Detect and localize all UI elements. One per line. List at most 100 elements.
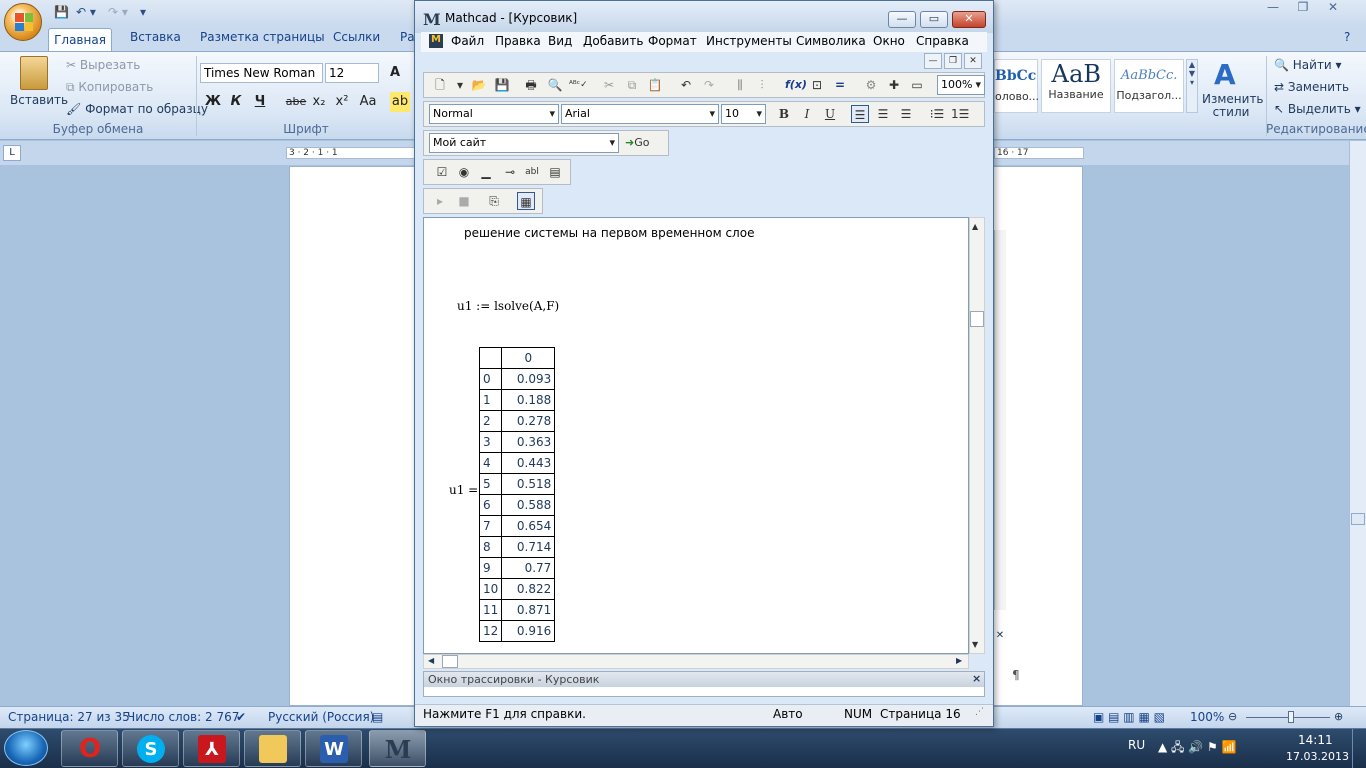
worksheet-heading[interactable]: решение системы на первом временном слое [464,226,754,240]
undo-icon[interactable]: ↶ ▾ [76,5,96,21]
toolbox-icon[interactable]: ▭ [908,76,926,94]
row-value[interactable]: 0.093 [501,368,556,390]
slider-control-icon[interactable]: ⊸ [501,163,519,181]
select-button[interactable]: ↖ Выделить ▾ [1274,102,1361,116]
taskbar-skype[interactable]: S [122,730,179,767]
scroll-right-icon[interactable]: ▶ [956,656,962,665]
office-button[interactable] [4,3,42,41]
spellcheck-icon[interactable]: ᴬᴮᶜ✓ [569,76,588,94]
subscript-button[interactable]: x₂ [309,92,329,112]
qat-customize-icon[interactable]: ▾ [140,5,146,21]
bold-button[interactable]: B [775,105,793,123]
style-combo[interactable]: Normal [429,104,559,124]
style-tile-subtitle[interactable]: АаВbCc. Подзагол... [1114,59,1184,113]
font-size-combo[interactable]: 12 [325,63,379,83]
status-language[interactable]: Русский (Россия) [268,710,374,724]
row-value[interactable]: 0.77 [501,557,556,579]
styles-scroll-icon[interactable]: ▲ ▼ ▾ [1186,59,1198,113]
tab-page-layout[interactable]: Разметка страницы [200,30,325,44]
maximize-icon[interactable]: ❐ [1288,0,1318,18]
taskbar-explorer[interactable] [244,730,301,767]
redo-icon[interactable]: ↷ [700,76,718,94]
zoom-thumb[interactable] [1288,711,1294,723]
font-size-combo[interactable]: 10 [721,104,766,124]
mdi-minimize-icon[interactable]: — [924,53,942,69]
close-icon[interactable]: ✕ [952,11,986,28]
underline-button[interactable]: Ч [250,92,270,112]
highlight-icon[interactable]: ab [390,92,410,112]
underline-button[interactable]: U [821,105,839,123]
row-value[interactable]: 0.654 [501,515,556,537]
status-words[interactable]: Число слов: 2 767 [127,710,239,724]
scroll-thumb[interactable] [970,311,984,327]
new-dropdown-icon[interactable]: ▾ [451,76,469,94]
zoom-level[interactable]: 100% [1190,710,1224,724]
strikethrough-button[interactable]: abe [284,92,308,112]
view-buttons[interactable]: ▣ ▤ ▥ ▦ ▧ [1093,710,1165,724]
change-styles-icon[interactable]: A [1214,58,1236,91]
grow-font-icon[interactable]: A [385,63,405,83]
change-styles-button[interactable]: Изменить стили [1202,93,1264,119]
word-vertical-scrollbar[interactable] [1349,141,1366,706]
doc-icon[interactable]: M [429,34,443,48]
show-desktop-button[interactable] [1352,729,1366,768]
taskbar-word[interactable]: W [305,730,362,767]
hscroll-thumb[interactable] [442,655,458,668]
align-right-icon[interactable]: ☰ [897,105,915,123]
save-icon[interactable]: 💾 [493,76,511,94]
tab-selector-icon[interactable]: L [3,145,21,161]
redo-icon[interactable]: ↷ ▾ [108,5,128,21]
insert-unit-icon[interactable]: ⊡ [808,76,826,94]
menu-window[interactable]: Окно [873,34,905,48]
align-left-icon[interactable]: ☰ [851,105,869,123]
taskbar-opera[interactable]: O [61,730,118,767]
open-icon[interactable]: 📂 [470,76,488,94]
word-inner-close-icon[interactable]: ✕ [994,630,1006,642]
mdi-close-icon[interactable]: ✕ [964,53,982,69]
resize-grip-icon[interactable]: ⋰ [975,707,984,717]
row-value[interactable]: 0.916 [501,620,556,642]
tray-icons[interactable]: ▲ 🖧 🔊 ⚑ 📶 [1158,738,1237,759]
menu-insert[interactable]: Добавить [583,34,643,48]
minimize-icon[interactable]: — [888,11,916,28]
italic-button[interactable]: К [226,92,246,112]
tab-mailings[interactable]: Ра [400,30,415,44]
insert-component-icon[interactable]: ⚙ [862,76,880,94]
tray-time[interactable]: 14:11 [1298,733,1333,747]
checkbox-control-icon[interactable]: ☑ [433,163,451,181]
macro-icon[interactable]: ▤ [372,710,383,724]
push-button-control-icon[interactable]: ▁ [477,163,495,181]
print-preview-icon[interactable]: 🔍 [546,76,564,94]
insert-function-icon[interactable]: f(x) [785,76,807,94]
help-icon[interactable]: ? [1344,30,1350,44]
new-icon[interactable]: 🗋 [431,76,449,94]
result-matrix[interactable]: 0 0 0.093 1 0.188 2 0.278 3 0.363 4 0.443 5 0.518 6 0… [478,347,556,642]
tab-references[interactable]: Ссылки [333,30,380,44]
zoom-out-icon[interactable]: ⊖ [1228,710,1237,723]
copy-icon[interactable]: ⧉ [623,76,641,94]
align-vertical-icon[interactable]: ⫶ [753,76,771,94]
menu-view[interactable]: Вид [548,34,572,48]
find-button[interactable]: 🔍 Найти ▾ [1274,58,1342,72]
minimize-icon[interactable]: — [1258,0,1288,18]
copy-button[interactable]: ⧉ Копировать [66,80,153,95]
trace-window-icon[interactable]: ▦ [517,192,535,210]
tray-language[interactable]: RU [1128,738,1145,752]
menu-file[interactable]: Файл [451,34,484,48]
textbox-control-icon[interactable]: abl [523,163,541,181]
menu-tools[interactable]: Инструменты [706,34,792,48]
site-combo[interactable]: Мой сайт [429,133,619,153]
taskbar-mathcad[interactable]: M [369,730,426,767]
zoom-combo[interactable]: 100% [937,75,985,95]
paste-button[interactable]: Вставить [10,93,68,107]
cut-button[interactable]: ✂ Вырезать [66,58,140,72]
align-horizontal-icon[interactable]: ⫼ [731,76,749,94]
font-name-combo[interactable]: Times New Roman [200,63,323,83]
row-value[interactable]: 0.714 [501,536,556,558]
status-page[interactable]: Страница: 27 из 35 [8,710,130,724]
trace-close-icon[interactable]: × [972,672,981,685]
start-button[interactable] [4,730,48,766]
print-icon[interactable]: 🖶 [522,76,540,94]
format-painter-button[interactable]: 🖌 Формат по образцу [66,102,208,116]
radio-control-icon[interactable]: ◉ [455,163,473,181]
